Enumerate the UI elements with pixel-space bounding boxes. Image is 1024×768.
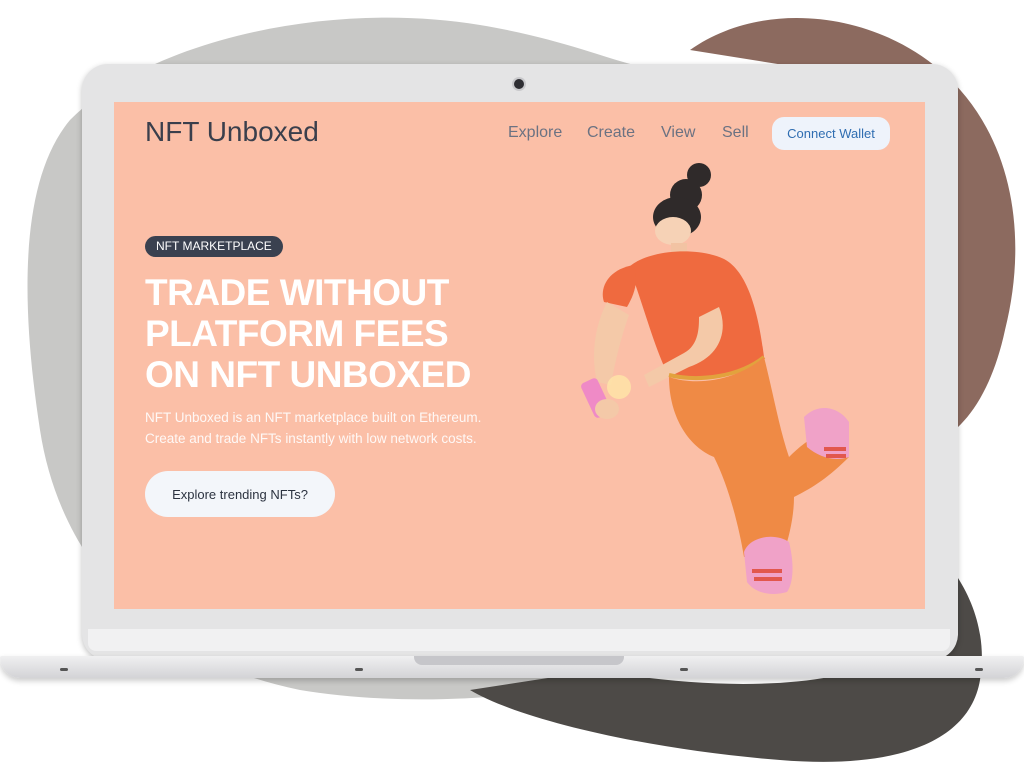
person-illustration [581,163,849,594]
laptop-foot [60,668,68,671]
laptop-notch [414,656,624,665]
laptop-foot [975,668,983,671]
nav-create[interactable]: Create [587,124,635,142]
headline-line-1: TRADE WITHOUT [145,272,449,313]
hero-headline: TRADE WITHOUT PLATFORM FEES ON NFT UNBOX… [145,272,565,395]
laptop-foot [680,668,688,671]
marketplace-badge: NFT MARKETPLACE [145,236,283,257]
hero-description: NFT Unboxed is an NFT marketplace built … [145,407,545,449]
site-logo[interactable]: NFT Unboxed [145,116,319,148]
nav-view[interactable]: View [661,124,695,142]
headline-line-3: ON NFT UNBOXED [145,354,472,395]
laptop-bezel-bottom [88,629,950,651]
laptop-base [0,656,1024,678]
connect-wallet-button[interactable]: Connect Wallet [772,117,890,150]
description-line-2: Create and trade NFTs instantly with low… [145,431,477,446]
webcam-icon [514,79,524,89]
headline-line-2: PLATFORM FEES [145,313,449,354]
website-screen: NFT Unboxed Explore Create View Sell Con… [114,102,925,609]
nav-sell[interactable]: Sell [722,124,749,142]
laptop-foot [355,668,363,671]
nav-explore[interactable]: Explore [508,124,562,142]
laptop-frame: NFT Unboxed Explore Create View Sell Con… [82,64,958,660]
explore-trending-button[interactable]: Explore trending NFTs? [145,471,335,517]
description-line-1: NFT Unboxed is an NFT marketplace built … [145,410,482,425]
